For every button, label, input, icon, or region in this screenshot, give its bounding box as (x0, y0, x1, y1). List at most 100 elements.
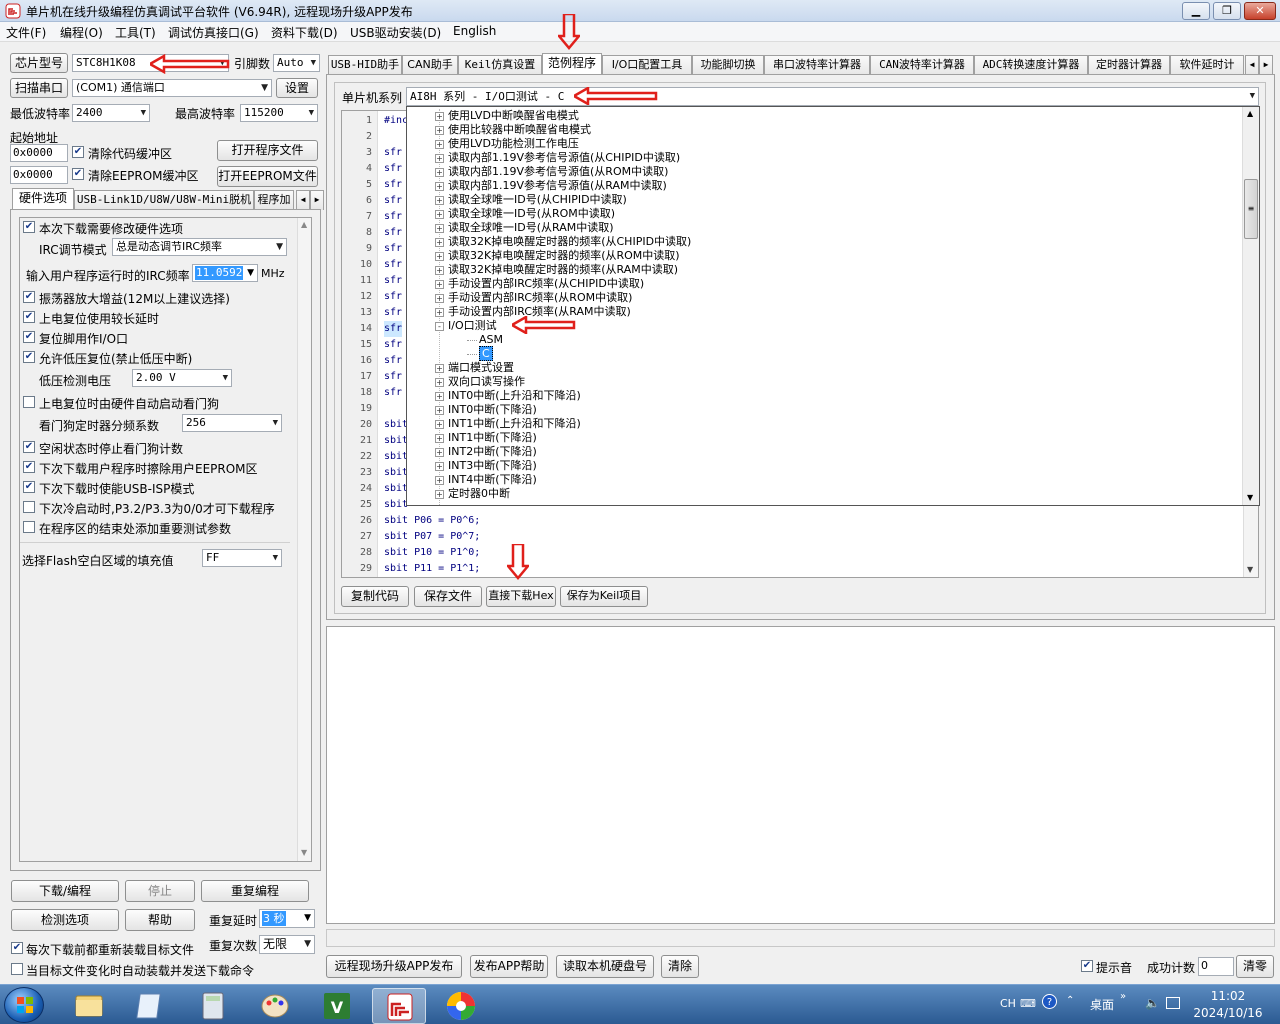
tab-example-programs[interactable]: 范例程序 (542, 53, 602, 75)
port-settings-button[interactable]: 设置 (276, 78, 318, 98)
reset-count-button[interactable]: 清零 (1236, 955, 1274, 978)
calculator-taskbar-icon[interactable] (186, 988, 240, 1024)
tab-keil-sim[interactable]: Keil仿真设置 (458, 55, 542, 75)
eeprom-start-address-input[interactable]: 0x0000 (10, 166, 68, 184)
tab-uart-baud-calc[interactable]: 串口波特率计算器 (764, 55, 870, 75)
pin-count-select[interactable]: Auto ▼ (273, 54, 320, 72)
irc-mode-select[interactable]: 总是动态调节IRC频率 ▼ (112, 238, 287, 256)
tree-item[interactable]: + INT3中断(下降沿) (435, 459, 537, 473)
app-release-help-button[interactable]: 发布APP帮助 (470, 955, 548, 978)
input-language-indicator[interactable]: CH (1000, 997, 1016, 1010)
expand-icon[interactable]: + (435, 405, 444, 415)
expand-icon[interactable]: + (435, 209, 444, 219)
tab-scroll-right-icon[interactable]: ▶ (310, 190, 324, 210)
tab-delay-calc[interactable]: 软件延时计 (1170, 55, 1244, 75)
expand-icon[interactable]: + (435, 391, 444, 401)
scan-port-button[interactable]: 扫描串口 (10, 78, 68, 98)
start-button[interactable] (4, 987, 44, 1023)
expand-icon[interactable]: + (435, 363, 444, 373)
expand-icon[interactable]: + (435, 111, 444, 121)
menu-program[interactable]: 编程(O) (60, 24, 103, 41)
clock-time[interactable]: 11:02 (1196, 989, 1260, 1003)
tab-timer-calc[interactable]: 定时器计算器 (1088, 55, 1170, 75)
paint-taskbar-icon[interactable] (248, 988, 302, 1024)
download-program-button[interactable]: 下载/编程 (11, 880, 119, 902)
notepad-taskbar-icon[interactable] (124, 988, 178, 1024)
expand-icon[interactable]: + (435, 139, 444, 149)
options-scrollbar[interactable]: ▲ ▼ (297, 218, 311, 861)
auto-reload-checkbox[interactable] (11, 963, 23, 975)
expand-icon[interactable]: + (435, 223, 444, 233)
save-file-button[interactable]: 保存文件 (414, 586, 482, 607)
tree-item[interactable]: + 读取32K掉电唤醒定时器的频率(从RAM中读取) (435, 263, 678, 277)
scroll-down-icon[interactable]: ▼ (301, 848, 307, 857)
vision-taskbar-icon[interactable]: V (310, 988, 364, 1024)
irc-freq-input[interactable]: 11.0592 ▼ (192, 264, 258, 282)
clock-date[interactable]: 2024/10/16 (1190, 1006, 1266, 1020)
tree-item[interactable]: + 读取内部1.19V参考信号源值(从CHIPID中读取) (435, 151, 680, 165)
expand-icon[interactable]: + (435, 237, 444, 247)
save-keil-project-button[interactable]: 保存为Keil项目 (560, 586, 648, 607)
menu-english[interactable]: English (453, 24, 496, 38)
chip-model-button[interactable]: 芯片型号 (10, 53, 68, 73)
right-tab-scroll-left-icon[interactable]: ◀ (1245, 55, 1259, 75)
read-disk-serial-button[interactable]: 读取本机硬盘号 (556, 955, 654, 978)
tab-pin-switch[interactable]: 功能脚切换 (692, 55, 764, 75)
log-output-area[interactable] (326, 626, 1275, 924)
min-baud-select[interactable]: 2400 ▼ (72, 104, 150, 122)
menu-usb-driver[interactable]: USB驱动安装(D) (350, 24, 441, 41)
tab-can-helper[interactable]: CAN助手 (402, 55, 458, 75)
reload-each-checkbox[interactable]: ✔ (11, 942, 23, 954)
por-delay-checkbox[interactable]: ✔ (23, 311, 35, 323)
remote-upgrade-app-button[interactable]: 远程现场升级APP发布 (326, 955, 462, 978)
expand-icon[interactable]: + (435, 251, 444, 261)
tree-item[interactable]: + INT0中断(上升沿和下降沿) (435, 389, 581, 403)
tab-program-encrypt[interactable]: 程序加 (254, 190, 294, 210)
tree-item[interactable]: + INT1中断(上升沿和下降沿) (435, 417, 581, 431)
code-scroll-down-icon[interactable]: ▼ (1247, 565, 1253, 574)
maximize-button[interactable]: ❐ (1213, 2, 1241, 20)
menu-tools[interactable]: 工具(T) (115, 24, 156, 41)
tree-item[interactable]: + 读取32K掉电唤醒定时器的频率(从CHIPID中读取) (435, 235, 691, 249)
minimize-button[interactable]: ▁ (1182, 2, 1210, 20)
tree-item[interactable]: + 读取全球唯一ID号(从RAM中读取) (435, 221, 614, 235)
stc-isp-taskbar-icon[interactable] (372, 988, 426, 1024)
tab-adc-speed-calc[interactable]: ADC转换速度计算器 (974, 55, 1088, 75)
tree-item[interactable]: + 读取全球唯一ID号(从CHIPID中读取) (435, 193, 627, 207)
clear-code-buffer-checkbox[interactable]: ✔ (72, 146, 84, 158)
tree-item[interactable]: + 使用LVD中断唤醒省电模式 (435, 109, 579, 123)
example-tree-dropdown[interactable]: + 使用LVD中断唤醒省电模式 + 使用比较器中断唤醒省电模式 + 使用LVD功能检测工作… (406, 106, 1260, 506)
tree-item[interactable]: + 使用比较器中断唤醒省电模式 (435, 123, 591, 137)
tree-scroll-down-icon[interactable]: ▼ (1247, 493, 1253, 502)
flash-fill-select[interactable]: FF ▼ (202, 549, 282, 567)
stop-button[interactable]: 停止 (125, 880, 195, 902)
show-desktop-label[interactable]: 桌面 (1090, 996, 1114, 1013)
usb-isp-checkbox[interactable]: ✔ (23, 481, 35, 493)
repeat-program-button[interactable]: 重复编程 (201, 880, 309, 902)
test-param-checkbox[interactable] (23, 521, 35, 533)
explorer-taskbar-icon[interactable] (62, 988, 116, 1024)
wdt-div-select[interactable]: 256 ▼ (182, 414, 282, 432)
code-start-address-input[interactable]: 0x0000 (10, 144, 68, 162)
keyboard-icon[interactable]: ⌨ (1020, 997, 1036, 1010)
tree-scroll-thumb[interactable]: ≡ (1244, 179, 1258, 239)
open-eeprom-file-button[interactable]: 打开EEPROM文件 (217, 166, 318, 187)
expand-icon[interactable]: + (435, 307, 444, 317)
tree-item[interactable]: + 端口模式设置 (435, 361, 514, 375)
expand-icon[interactable]: + (435, 265, 444, 275)
tree-item[interactable]: + 读取内部1.19V参考信号源值(从RAM中读取) (435, 179, 667, 193)
copy-code-button[interactable]: 复制代码 (341, 586, 409, 607)
tray-expand-icon[interactable]: ⌃ (1066, 995, 1074, 1006)
check-options-button[interactable]: 检测选项 (11, 909, 119, 931)
network-icon[interactable] (1166, 997, 1180, 1009)
repeat-count-select[interactable]: 无限 ▼ (259, 935, 315, 954)
expand-icon[interactable]: + (435, 447, 444, 457)
modify-hw-checkbox[interactable]: ✔ (23, 221, 35, 233)
tree-scrollbar[interactable]: ▲ ≡ ▼ (1242, 107, 1259, 505)
tree-item[interactable]: + INT4中断(下降沿) (435, 473, 537, 487)
tree-item[interactable]: + 读取内部1.19V参考信号源值(从ROM中读取) (435, 165, 668, 179)
tab-can-baud-calc[interactable]: CAN波特率计算器 (870, 55, 974, 75)
max-baud-select[interactable]: 115200 ▼ (240, 104, 318, 122)
clear-log-button[interactable]: 清除 (661, 955, 699, 978)
tree-item[interactable]: + 定时器0中断 (435, 487, 510, 501)
